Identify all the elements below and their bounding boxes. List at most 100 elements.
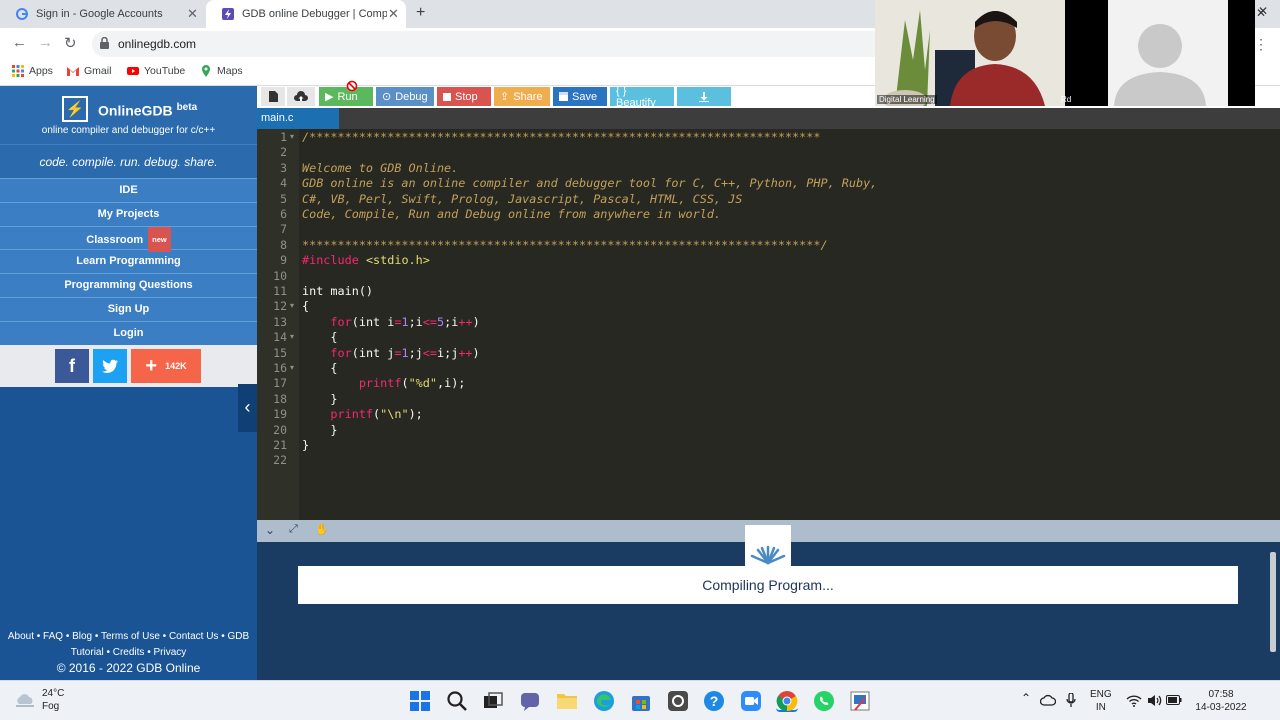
share-icon: ⇪ bbox=[500, 91, 510, 103]
hand-icon[interactable]: ✋ bbox=[315, 523, 329, 536]
clock[interactable]: 07:58 14-03-2022 bbox=[1190, 688, 1252, 714]
beautify-button[interactable]: { } Beautify bbox=[610, 85, 674, 109]
tab-google-accounts[interactable]: Sign in - Google Accounts ✕ bbox=[0, 0, 205, 28]
file-icon bbox=[268, 91, 278, 102]
forward-icon[interactable]: → bbox=[38, 34, 53, 51]
close-tab-icon[interactable]: ✕ bbox=[388, 6, 399, 22]
footer-line-1[interactable]: About • FAQ • Blog • Terms of Use • Cont… bbox=[0, 629, 257, 645]
share-button[interactable]: ⇪ Share bbox=[494, 87, 550, 106]
twitter-icon[interactable] bbox=[93, 349, 127, 383]
tab-gdb-online[interactable]: GDB online Debugger | Compiler ✕ bbox=[206, 0, 406, 28]
no-entry-cursor-icon bbox=[346, 80, 358, 92]
zoom-icon[interactable] bbox=[740, 690, 762, 712]
svg-text:?: ? bbox=[710, 693, 719, 709]
console-scrollbar[interactable] bbox=[1270, 552, 1276, 652]
tab-title: Sign in - Google Accounts bbox=[36, 8, 163, 20]
date-text: 14-03-2022 bbox=[1195, 702, 1247, 713]
code-line: int main() bbox=[302, 284, 374, 298]
fold-arrow-icon[interactable]: ▾ bbox=[290, 363, 294, 372]
fold-arrow-icon[interactable]: ▾ bbox=[290, 332, 294, 341]
new-tab-icon[interactable]: + bbox=[416, 4, 425, 22]
cloud-icon[interactable] bbox=[1040, 694, 1056, 706]
sidebar-item-classroom[interactable]: Classroom new bbox=[0, 225, 257, 252]
share-count-button[interactable]: + 142K bbox=[131, 349, 201, 383]
back-icon[interactable]: ← bbox=[12, 34, 27, 51]
chevron-down-icon[interactable]: ⌄ bbox=[265, 523, 275, 537]
browser-menu-icon[interactable]: ⋮ bbox=[1254, 36, 1268, 53]
chrome-icon[interactable] bbox=[776, 690, 798, 712]
maps-icon bbox=[202, 65, 210, 77]
sidebar-item-ide[interactable]: IDE bbox=[0, 178, 257, 202]
whatsapp-icon[interactable] bbox=[813, 690, 835, 712]
task-view-icon[interactable] bbox=[482, 690, 504, 712]
sidebar-item-learn-programming[interactable]: Learn Programming bbox=[0, 249, 257, 274]
code-line: printf("\n"); bbox=[330, 407, 423, 422]
stop-icon bbox=[443, 92, 451, 101]
new-file-button[interactable] bbox=[261, 87, 285, 106]
chevron-up-icon[interactable]: ⌃ bbox=[1021, 691, 1031, 705]
apps-grid-icon bbox=[12, 65, 24, 77]
sidebar-item-my-projects[interactable]: My Projects bbox=[0, 201, 257, 226]
reload-icon[interactable]: ↻ bbox=[64, 34, 77, 52]
microphone-icon[interactable] bbox=[1066, 693, 1076, 708]
language-indicator[interactable]: ENG IN bbox=[1090, 688, 1112, 714]
code-line: { bbox=[302, 299, 310, 314]
footer-links: About • FAQ • Blog • Terms of Use • Cont… bbox=[0, 629, 257, 661]
collapse-sidebar-button[interactable]: ‹ bbox=[238, 384, 257, 432]
volume-icon[interactable] bbox=[1147, 694, 1163, 707]
address-bar[interactable]: onlinegdb.com bbox=[92, 31, 892, 57]
save-button[interactable]: Save bbox=[553, 87, 607, 106]
line-number: 2 bbox=[280, 145, 287, 160]
windows-start-icon[interactable] bbox=[409, 690, 431, 712]
upload-button[interactable] bbox=[287, 87, 315, 106]
participant-video bbox=[1108, 0, 1228, 106]
code-line: { bbox=[302, 330, 338, 345]
facebook-icon[interactable]: f bbox=[55, 349, 89, 383]
sidebar-item-programming-questions[interactable]: Programming Questions bbox=[0, 273, 257, 297]
weather-text: Fog bbox=[42, 701, 60, 712]
sidebar-item-login[interactable]: Login bbox=[0, 320, 257, 345]
url-text: onlinegdb.com bbox=[118, 37, 197, 51]
close-window-icon[interactable]: ✕ bbox=[1256, 6, 1266, 20]
stop-button[interactable]: Stop bbox=[437, 87, 491, 106]
onlinegdb-icon bbox=[222, 8, 234, 20]
edge-icon[interactable] bbox=[593, 690, 615, 712]
bookmark-youtube[interactable]: YouTube bbox=[127, 65, 185, 77]
logo-name: OnlineGDB beta bbox=[98, 102, 198, 119]
footer-line-2[interactable]: Tutorial • Credits • Privacy bbox=[0, 645, 257, 661]
close-tab-icon[interactable]: ✕ bbox=[187, 6, 198, 22]
google-icon bbox=[16, 8, 28, 20]
app-icon[interactable] bbox=[667, 690, 689, 712]
sidebar-menu: IDE My Projects Classroom new Learn Progr… bbox=[0, 178, 257, 345]
code-line: Code, Compile, Run and Debug online from… bbox=[302, 207, 722, 221]
line-number: 18 bbox=[273, 391, 287, 406]
expand-icon[interactable]: ⤢ bbox=[289, 523, 298, 536]
code-editor[interactable]: 1 2 3 4 5 6 7 8 9 10 11 12 13 14 15 16 1… bbox=[257, 129, 1280, 520]
chevron-left-icon: ‹ bbox=[244, 397, 251, 417]
weather-widget[interactable]: 24°C Fog bbox=[14, 687, 64, 713]
fold-arrow-icon[interactable]: ▾ bbox=[290, 301, 294, 310]
teams-chat-icon[interactable] bbox=[519, 690, 541, 712]
presenter-label: Digital Learning bbox=[877, 95, 937, 104]
bookmark-apps[interactable]: Apps bbox=[12, 65, 53, 77]
wifi-icon[interactable] bbox=[1126, 694, 1142, 707]
fold-arrow-icon[interactable]: ▾ bbox=[290, 132, 294, 141]
save-label: Save bbox=[572, 90, 598, 103]
tab-main-c[interactable]: main.c bbox=[257, 108, 339, 129]
logo-area[interactable]: ⚡ OnlineGDB beta online compiler and deb… bbox=[0, 86, 257, 144]
bookmark-label: Apps bbox=[29, 65, 53, 77]
bookmark-maps[interactable]: Maps bbox=[200, 65, 243, 77]
sidebar-item-sign-up[interactable]: Sign Up bbox=[0, 296, 257, 321]
bookmark-gmail[interactable]: Gmail bbox=[67, 65, 111, 77]
snipping-tool-icon[interactable] bbox=[849, 690, 871, 712]
tagline: code. compile. run. debug. share. bbox=[0, 144, 257, 178]
search-icon[interactable] bbox=[446, 690, 468, 712]
spinner-icon bbox=[745, 525, 791, 567]
help-icon[interactable]: ? bbox=[703, 690, 725, 712]
battery-icon[interactable] bbox=[1166, 695, 1182, 705]
new-badge: new bbox=[148, 226, 171, 252]
store-icon[interactable] bbox=[630, 690, 652, 712]
file-explorer-icon[interactable] bbox=[556, 690, 578, 712]
download-button[interactable] bbox=[677, 87, 731, 106]
debug-button[interactable]: ⊙ Debug bbox=[376, 87, 434, 106]
